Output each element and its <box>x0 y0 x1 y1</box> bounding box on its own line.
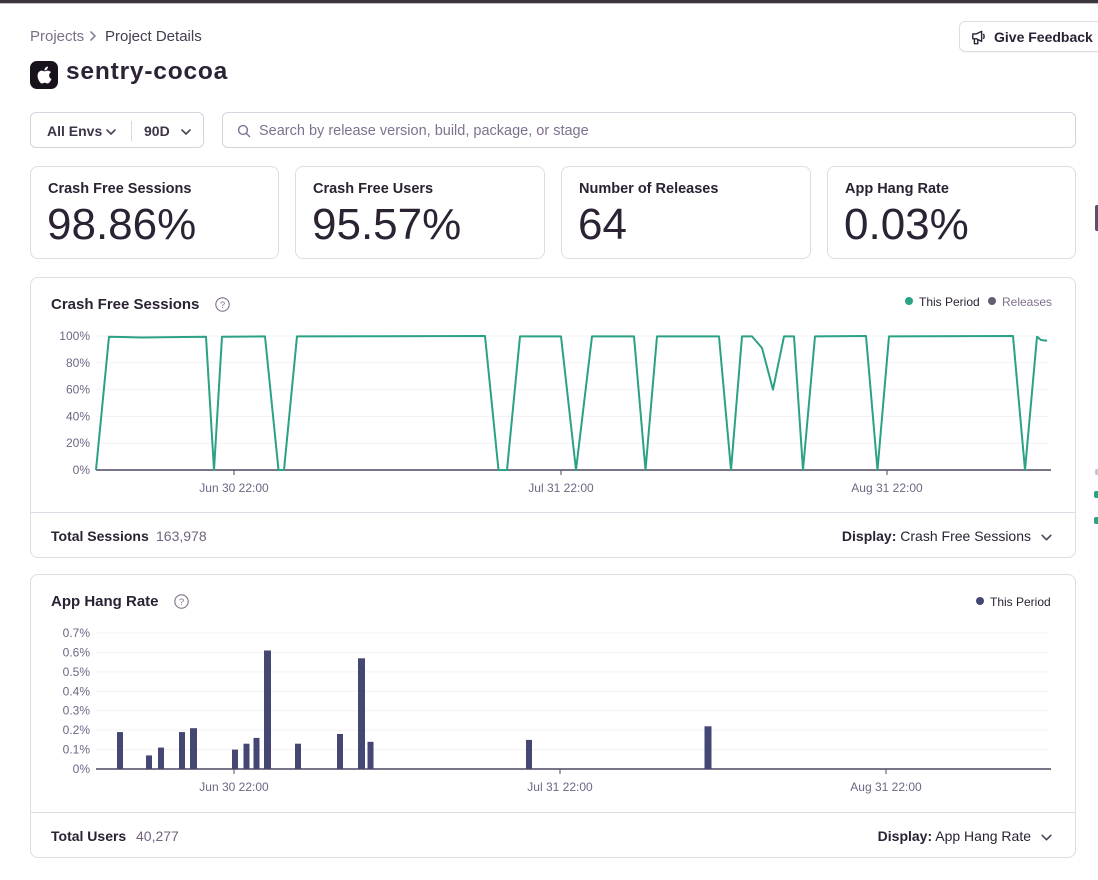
svg-text:0.3%: 0.3% <box>63 704 91 718</box>
svg-text:Jul 31 22:00: Jul 31 22:00 <box>527 780 593 794</box>
svg-text:Jun 30 22:00: Jun 30 22:00 <box>199 780 269 794</box>
svg-text:0.5%: 0.5% <box>63 665 91 679</box>
svg-text:Jun 30 22:00: Jun 30 22:00 <box>199 481 269 495</box>
svg-text:Aug 31 22:00: Aug 31 22:00 <box>850 780 922 794</box>
svg-text:0.1%: 0.1% <box>63 743 91 757</box>
svg-text:0.4%: 0.4% <box>63 684 91 698</box>
svg-text:100%: 100% <box>59 329 90 343</box>
svg-text:0.6%: 0.6% <box>63 645 91 659</box>
svg-text:40%: 40% <box>66 409 90 423</box>
svg-text:0.2%: 0.2% <box>63 723 91 737</box>
svg-text:0%: 0% <box>73 762 91 776</box>
svg-text:80%: 80% <box>66 356 90 370</box>
svg-text:60%: 60% <box>66 383 90 397</box>
svg-text:0%: 0% <box>73 463 91 477</box>
svg-text:0.7%: 0.7% <box>63 626 91 640</box>
svg-text:Aug 31 22:00: Aug 31 22:00 <box>851 481 923 495</box>
svg-text:20%: 20% <box>66 436 90 450</box>
svg-text:Jul 31 22:00: Jul 31 22:00 <box>528 481 594 495</box>
